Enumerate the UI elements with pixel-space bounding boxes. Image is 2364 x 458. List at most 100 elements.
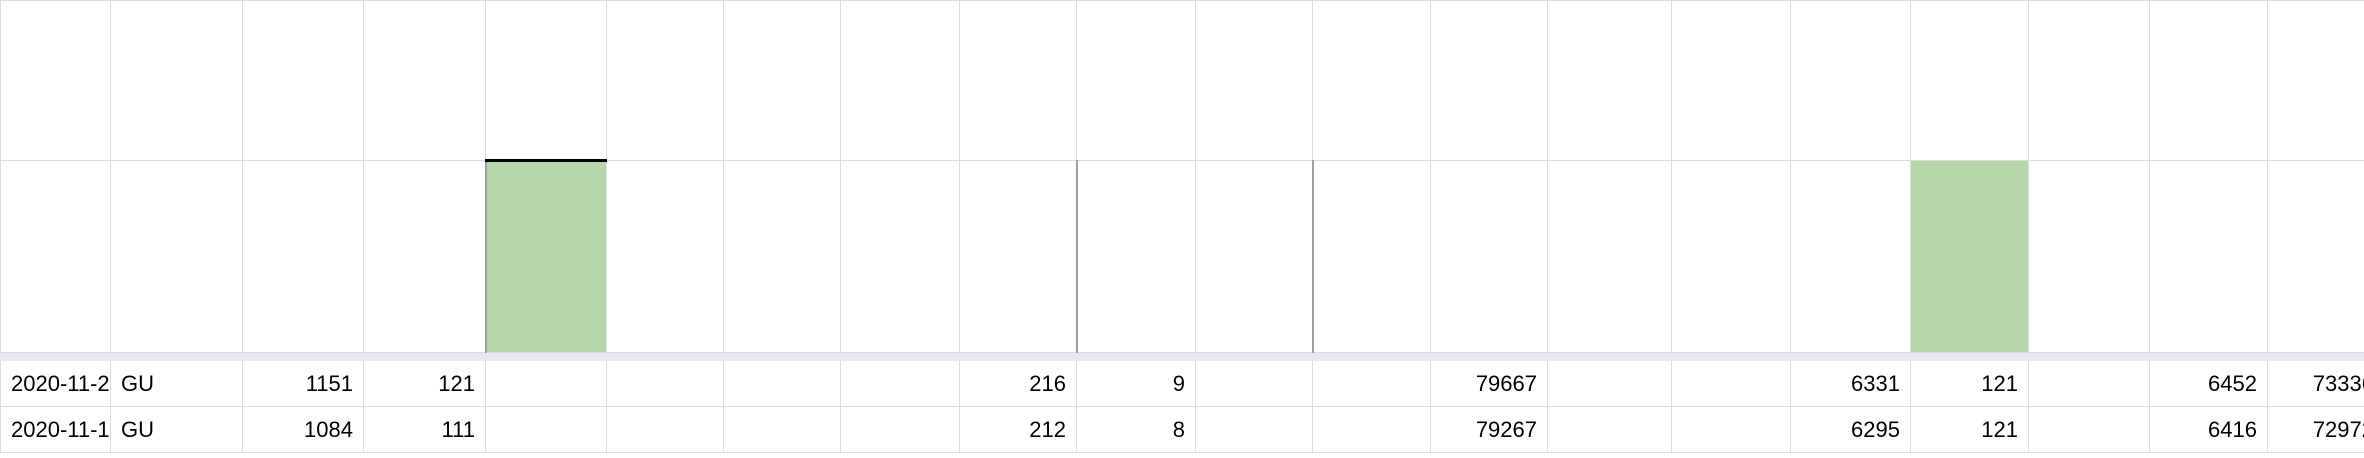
header-key-cell[interactable]: probableCases [1910, 0, 2029, 161]
header-label-cell[interactable]: Negative Antibody Tests [1195, 160, 1313, 353]
divider-cell [1312, 352, 1431, 361]
divider-cell [1671, 352, 1791, 361]
cell-date[interactable]: 2020-11-19 [0, 406, 111, 453]
header-label-cell[interactable]: Date [0, 160, 111, 353]
cell-totalTestEncountersViral[interactable] [1312, 360, 1431, 407]
cell-positiveTestsAntigen[interactable]: 121 [363, 360, 486, 407]
cell-positive[interactable]: 6416 [2149, 406, 2268, 453]
cell-negativeTestsPeopleAntibody[interactable] [840, 360, 960, 407]
cell-negativeTestsViral[interactable] [1671, 406, 1791, 453]
cell-negative[interactable]: 73336 [2267, 360, 2364, 407]
cell-totalTestsAntigen[interactable]: 1151 [242, 360, 364, 407]
header-row-keys: datestatetotalTestsAntigenpositiveTestsA… [0, 0, 2364, 162]
header-label-cell[interactable]: Positive Antibody Tests (People) [723, 160, 841, 353]
header-key-cell[interactable]: positive [2149, 0, 2268, 161]
header-key-cell[interactable]: negative [2267, 0, 2364, 161]
header-key-cell[interactable]: positiveTestsAntigen [363, 0, 486, 161]
cell-positiveTestsAntibody[interactable]: 8 [1076, 406, 1196, 453]
header-label-cell[interactable]: Positive Tests (PCR) [1547, 160, 1672, 353]
cell-positiveTestsPeopleAntibody[interactable] [723, 406, 841, 453]
cell-totalTestsPeopleAntibody[interactable] [606, 406, 724, 453]
divider-cell [242, 352, 364, 361]
header-label-cell[interactable]: Negative Tests (PCR) [1671, 160, 1791, 353]
cell-positiveTestsAntibody[interactable]: 9 [1076, 360, 1196, 407]
divider-cell [1790, 352, 1911, 361]
header-label-cell[interactable]: Positive Antigen Tests [363, 160, 486, 353]
header-key-cell[interactable]: negativeTestsPeopleAntibody [840, 0, 960, 161]
header-key-cell[interactable]: totalTestsAntibody [959, 0, 1077, 161]
table-row: 2020-11-20GU1151121216979667633112164527… [0, 360, 2364, 407]
header-key-cell[interactable]: positiveTestsViral [1547, 0, 1672, 161]
header-key-cell[interactable]: positiveTestsAntibody [1076, 0, 1196, 161]
cell-positiveTestsPeopleAntibody[interactable] [723, 360, 841, 407]
header-label-cell[interactable]: Positive [2149, 160, 2268, 353]
cell-totalTestsViral[interactable]: 79667 [1430, 360, 1548, 407]
cell-negativeTestsAntigen[interactable] [485, 406, 607, 453]
cell-state[interactable]: GU [110, 360, 243, 407]
header-key-cell[interactable]: totalTestsPeopleViral [2028, 0, 2150, 161]
cell-totalTestsPeopleViral[interactable] [2028, 406, 2150, 453]
divider-cell [110, 352, 243, 361]
cell-positiveCasesViral[interactable]: 6331 [1790, 360, 1911, 407]
divider-cell [1547, 352, 1672, 361]
header-key-cell[interactable]: state [110, 0, 243, 161]
header-label-cell[interactable]: Negative Antibody Tests (People) [840, 160, 960, 353]
header-key-cell[interactable]: negativeTestsViral [1671, 0, 1791, 161]
header-key-cell[interactable]: totalTestsAntigen [242, 0, 364, 161]
divider-cell [363, 352, 486, 361]
cell-probableCases[interactable]: 121 [1910, 360, 2029, 407]
divider-cell [2267, 352, 2364, 361]
header-label-cell[interactable]: Probable Cases [1910, 160, 2029, 353]
cell-negativeTestsAntibody[interactable] [1195, 360, 1313, 407]
table-row: 2020-11-19GU1084111 2128 79267 6295121 64167… [0, 406, 2364, 453]
cell-positiveTestsViral[interactable] [1547, 406, 1672, 453]
header-key-cell[interactable]: positiveCasesViral [1790, 0, 1911, 161]
divider-cell [723, 352, 841, 361]
cell-positiveCasesViral[interactable]: 6295 [1790, 406, 1911, 453]
data-table: datestatetotalTestsAntigenpositiveTestsA… [0, 0, 2364, 453]
divider-cell [1076, 352, 1196, 361]
header-label-cell[interactable]: Negative Antigen Tests [484, 160, 607, 353]
frozen-row-divider[interactable] [0, 352, 2364, 361]
header-key-cell[interactable]: totalTestsPeopleAntibody [606, 0, 724, 161]
cell-totalTestEncountersViral[interactable] [1312, 406, 1431, 453]
divider-cell [840, 352, 960, 361]
cell-negative[interactable]: 72972 [2267, 406, 2364, 453]
cell-negativeTestsPeopleAntibody[interactable] [840, 406, 960, 453]
header-key-cell[interactable]: totalTestsViral [1430, 0, 1548, 161]
cell-positiveTestsAntigen[interactable]: 111 [363, 406, 486, 453]
cell-negativeTestsViral[interactable] [1671, 360, 1791, 407]
header-key-cell[interactable]: totalTestEncountersViral [1312, 0, 1431, 161]
header-label-cell[interactable]: Positive Cases (PCR) [1790, 160, 1911, 353]
cell-date[interactable]: 2020-11-20 [0, 360, 111, 407]
header-label-cell[interactable]: Negative [2267, 160, 2364, 353]
cell-state[interactable]: GU [110, 406, 243, 453]
header-label-cell[interactable]: Positive Antibody Tests [1075, 160, 1196, 353]
cell-totalTestsAntibody[interactable]: 216 [959, 360, 1077, 407]
header-label-cell[interactable]: Total Tests (PCR) [1430, 160, 1548, 353]
cell-totalTestsPeopleAntibody[interactable] [606, 360, 724, 407]
cell-positiveTestsViral[interactable] [1547, 360, 1672, 407]
cell-totalTestsAntibody[interactable]: 212 [959, 406, 1077, 453]
cell-totalTestsAntigen[interactable]: 1084 [242, 406, 364, 453]
header-key-cell[interactable]: negativeTestsAntibody [1195, 0, 1313, 161]
cell-negativeTestsAntigen[interactable] [485, 360, 607, 407]
cell-positive[interactable]: 6452 [2149, 360, 2268, 407]
header-label-cell[interactable]: Total Antigen Tests [242, 160, 364, 353]
header-key-cell[interactable]: date [0, 0, 111, 161]
header-key-cell[interactable]: negativeTestsAntigen [485, 0, 607, 162]
divider-cell [485, 352, 607, 361]
header-label-cell[interactable]: Total Test Encounters (PCR) [1311, 160, 1431, 353]
cell-negativeTestsAntibody[interactable] [1195, 406, 1313, 453]
cell-totalTestsPeopleViral[interactable] [2028, 360, 2150, 407]
divider-cell [2149, 352, 2268, 361]
header-label-cell[interactable]: Total Antibody Tests [959, 160, 1077, 353]
header-row-labels: DateStateTotal Antigen TestsPositive Ant… [0, 160, 2364, 353]
header-key-cell[interactable]: positiveTestsPeopleAntibody [723, 0, 841, 161]
header-label-cell[interactable]: Total PCR Tests (People) [2028, 160, 2150, 353]
header-label-cell[interactable]: Total Antibody Tests (People) [606, 160, 724, 353]
header-label-cell[interactable]: State [110, 160, 243, 353]
cell-totalTestsViral[interactable]: 79267 [1430, 406, 1548, 453]
divider-cell [1195, 352, 1313, 361]
cell-probableCases[interactable]: 121 [1910, 406, 2029, 453]
